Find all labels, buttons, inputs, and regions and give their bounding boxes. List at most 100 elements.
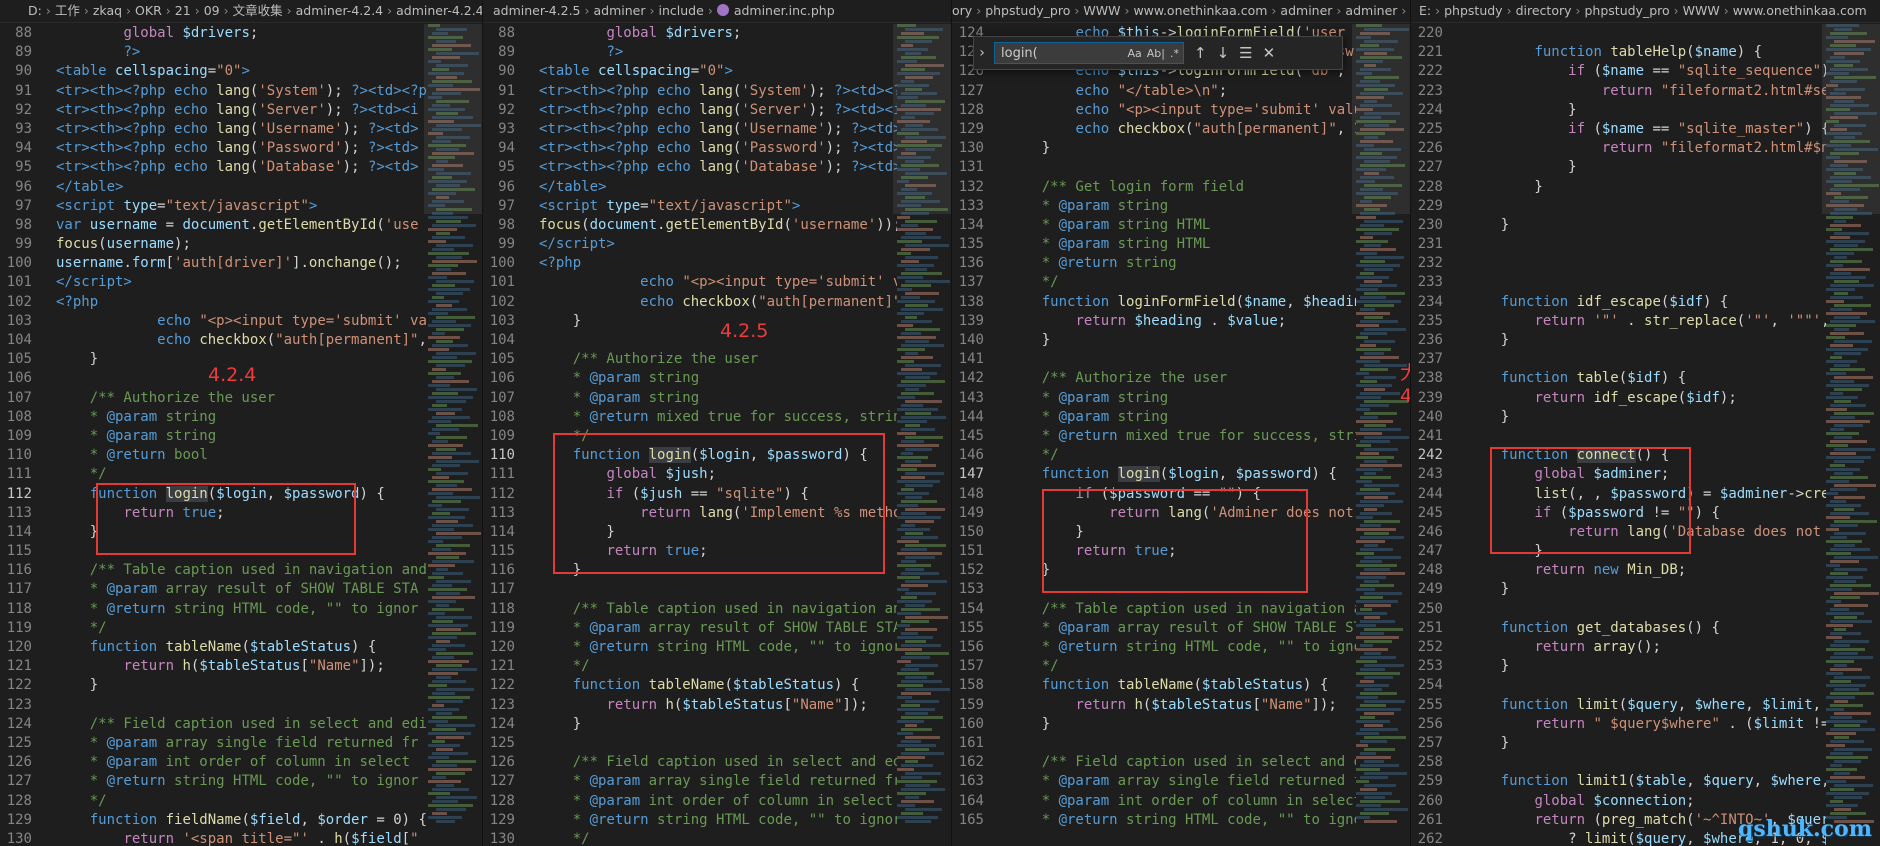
line-number[interactable]: 222 [1411, 62, 1467, 81]
breadcrumb-segment[interactable]: 文章收集 [233, 3, 283, 18]
code-text[interactable]: return h($tableStatus["Name"]); [56, 657, 384, 676]
code-text[interactable]: * @return bool [56, 446, 208, 465]
code-text[interactable]: * @param array result of SHOW TABLE STAT [539, 619, 910, 638]
code-line[interactable]: 106 * @param string [483, 369, 891, 388]
code-text[interactable]: return '<span title="' . h($field[" [56, 830, 418, 846]
code-text[interactable]: */ [539, 830, 590, 846]
code-text[interactable]: * @param int order of column in select [1008, 792, 1362, 811]
line-number[interactable]: 231 [1411, 235, 1467, 254]
code-text[interactable]: /** Authorize the user [56, 389, 275, 408]
code-text[interactable]: <script type="text/javascript"> [539, 197, 800, 216]
code-line[interactable]: 158 function tableName($tableStatus) { [952, 676, 1350, 695]
line-number[interactable]: 242 [1411, 446, 1467, 465]
code-line[interactable]: 225 if ($name == "sqlite_master") { [1411, 120, 1830, 139]
code-line[interactable]: 248 return new Min_DB; [1411, 561, 1820, 580]
line-number[interactable]: 143 [952, 389, 1008, 408]
code-line[interactable]: 243 global $adminer; [1411, 465, 1820, 484]
line-number[interactable]: 227 [1411, 158, 1467, 177]
code-line[interactable]: 233 [1411, 273, 1820, 292]
code-text[interactable]: */ [539, 427, 590, 446]
code-line[interactable]: 165 * @return string HTML code, "" to ig… [952, 811, 1371, 830]
code-text[interactable]: function tableName($tableStatus) { [56, 638, 377, 657]
line-number[interactable]: 134 [952, 216, 1008, 235]
breadcrumb-segment[interactable]: adminer.inc.php [734, 3, 835, 18]
code-text[interactable]: <tr><th><?php echo lang('Password'); ?><… [539, 139, 902, 158]
line-number[interactable]: 164 [952, 792, 1008, 811]
code-text[interactable]: <tr><th><?php echo lang('Password'); ?><… [56, 139, 419, 158]
code-text[interactable]: } [1467, 158, 1576, 177]
line-number[interactable]: 249 [1411, 580, 1467, 599]
code-text[interactable]: } [56, 350, 98, 369]
code-line[interactable]: 133 * @param string [952, 197, 1350, 216]
code-text[interactable]: global $drivers; [56, 24, 258, 43]
code-line[interactable]: 220 [1411, 24, 1820, 43]
code-text[interactable]: * @param string HTML [1008, 235, 1211, 254]
code-line[interactable]: 221 function tableHelp($name) { [1411, 43, 1820, 62]
line-number[interactable]: 239 [1411, 389, 1467, 408]
code-line[interactable]: 99 </script> [483, 235, 891, 254]
line-number[interactable]: 129 [952, 120, 1008, 139]
line-number[interactable]: 144 [952, 408, 1008, 427]
line-number[interactable]: 108 [483, 408, 539, 427]
code-text[interactable]: } [1467, 331, 1509, 350]
code-area[interactable]: 220 221 function tableHelp($name) {222 if… [1411, 24, 1838, 846]
code-text[interactable]: * @param string [1008, 389, 1168, 408]
line-number[interactable]: 90 [0, 62, 56, 81]
breadcrumb[interactable]: D: › 工作 › zkaq › OKR › 21 › 09 › 文章收集 › adminer-4.2.4 ›… [0, 0, 482, 23]
code-text[interactable]: function limit($query, $where, $limit, $ [1467, 696, 1838, 715]
code-line[interactable]: 123 [0, 696, 422, 715]
line-number[interactable]: 100 [0, 254, 56, 273]
line-number[interactable]: 104 [0, 331, 56, 350]
code-line[interactable]: 128 */ [0, 792, 422, 811]
line-number[interactable]: 100 [483, 254, 539, 273]
code-text[interactable]: username.form['auth[driver]'].onchange()… [56, 254, 402, 273]
line-number[interactable]: 232 [1411, 254, 1467, 273]
match-case-toggle[interactable]: Aa [1128, 47, 1142, 60]
code-line[interactable]: 115 return true; [483, 542, 891, 561]
line-number[interactable]: 97 [483, 197, 539, 216]
breadcrumb-segment[interactable]: adminer [594, 3, 646, 18]
code-text[interactable]: <script type="text/javascript"> [56, 197, 317, 216]
find-field[interactable]: Aa Ab| .* [994, 42, 1184, 64]
breadcrumb-segment[interactable]: 工作 [55, 3, 80, 18]
line-number[interactable]: 128 [483, 792, 539, 811]
code-text[interactable]: function tableName($tableStatus) { [539, 676, 860, 695]
code-line[interactable]: 239 return idf_escape($idf); [1411, 389, 1820, 408]
line-number[interactable]: 158 [952, 676, 1008, 695]
code-line[interactable]: 116 } [483, 561, 891, 580]
line-number[interactable]: 229 [1411, 197, 1467, 216]
line-number[interactable]: 114 [483, 523, 539, 542]
code-line[interactable]: 234 function idf_escape($idf) { [1411, 293, 1820, 312]
code-text[interactable]: list(, , $password) = $adminer->cre [1467, 485, 1829, 504]
line-number[interactable]: 165 [952, 811, 1008, 830]
code-text[interactable]: } [56, 676, 98, 695]
line-number[interactable]: 148 [952, 485, 1008, 504]
line-number[interactable]: 226 [1411, 139, 1467, 158]
code-text[interactable]: } [1467, 734, 1509, 753]
code-text[interactable]: /** Table caption used in navigation and [539, 600, 910, 619]
line-number[interactable]: 123 [483, 696, 539, 715]
line-number[interactable]: 121 [0, 657, 56, 676]
code-line[interactable]: 99 focus(username); [0, 235, 422, 254]
code-line[interactable]: 130 } [952, 139, 1350, 158]
code-line[interactable]: 103 echo "<p><input type='submit' value [0, 312, 452, 331]
code-line[interactable]: 101 </script> [0, 273, 422, 292]
next-match-icon[interactable]: ↓ [1217, 44, 1230, 62]
breadcrumb-segment[interactable]: www.onethinkaa.com [1733, 3, 1867, 18]
code-line[interactable]: 145 * @return mixed true for success, st… [952, 427, 1362, 446]
breadcrumb-segment[interactable]: E: [1419, 3, 1431, 18]
line-number[interactable]: 139 [952, 312, 1008, 331]
code-line[interactable]: 96 </table> [0, 178, 422, 197]
code-line[interactable]: 116 /** Table caption used in navigation… [0, 561, 427, 580]
line-number[interactable]: 137 [952, 273, 1008, 292]
line-number[interactable]: 118 [0, 600, 56, 619]
breadcrumb-segment[interactable]: phpstudy_pro [985, 3, 1070, 18]
code-line[interactable]: 242 function connect() { [1411, 446, 1820, 465]
line-number[interactable]: 260 [1411, 792, 1467, 811]
code-text[interactable]: return h($tableStatus["Name"]); [1008, 696, 1336, 715]
line-number[interactable]: 114 [0, 523, 56, 542]
code-line[interactable]: 136 * @return string [952, 254, 1350, 273]
code-area[interactable]: 124 echo $this->loginFormField('user 125 … [952, 24, 1371, 846]
code-line[interactable]: 132 /** Get login form field [952, 178, 1350, 197]
code-line[interactable]: 100 username.form['auth[driver]'].onchang… [0, 254, 422, 273]
